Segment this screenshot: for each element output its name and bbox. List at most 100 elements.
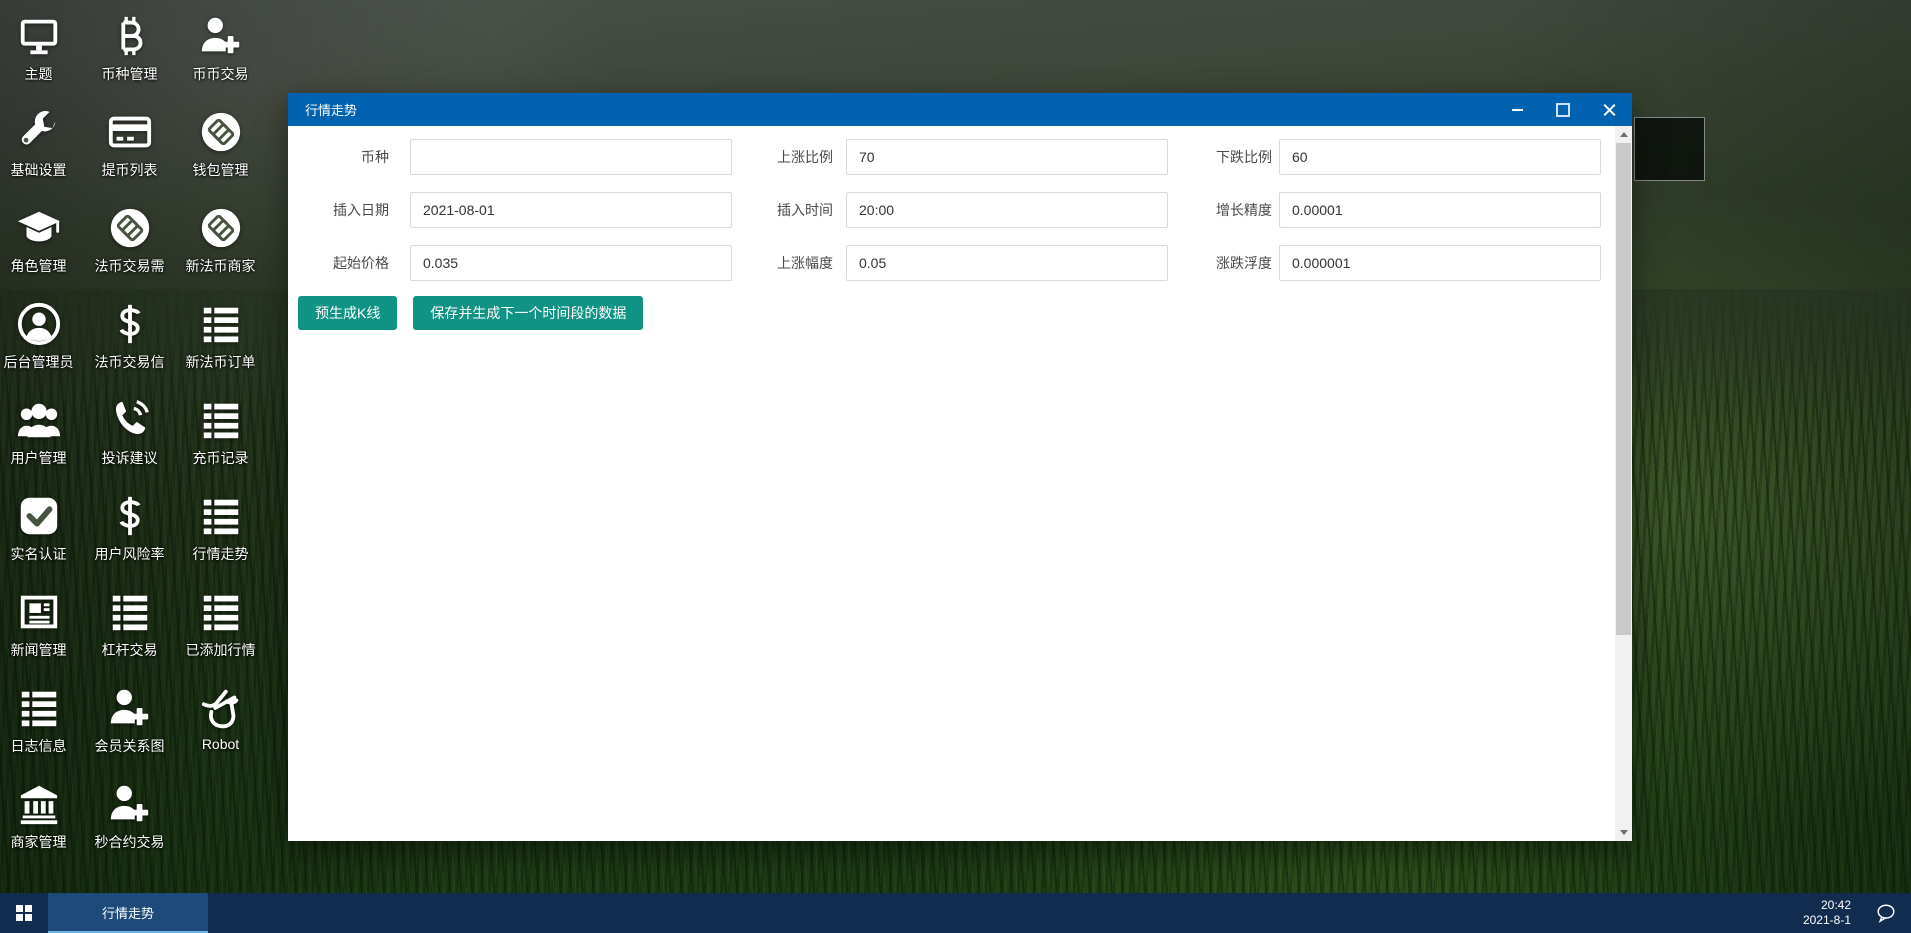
desktop-icon-7[interactable]: 法币交易需 xyxy=(84,202,175,298)
desktop-icon-16[interactable]: 用户风险率 xyxy=(84,490,175,586)
desktop-icon-5[interactable]: 钱包管理 xyxy=(175,106,266,202)
hand-icon xyxy=(198,682,244,734)
windows-logo-icon xyxy=(16,905,32,921)
desktop-icon-label: 充币记录 xyxy=(193,448,249,468)
phone-icon xyxy=(107,394,153,446)
credit-card-icon xyxy=(107,106,153,158)
desktop-icon-label: 已添加行情 xyxy=(186,640,256,660)
desktop-icon-8[interactable]: 新法币商家 xyxy=(175,202,266,298)
clock-date: 2021-8-1 xyxy=(1803,913,1851,928)
desktop-icon-label: 主题 xyxy=(25,64,53,84)
taskbar-right: 20:42 2021-8-1 xyxy=(1803,893,1911,933)
desktop-icon-label: 钱包管理 xyxy=(193,160,249,180)
field-label: 插入时间 xyxy=(734,192,833,228)
desktop-icon-25[interactable]: 秒合约交易 xyxy=(84,778,175,874)
arrow-down-icon xyxy=(1620,830,1628,835)
field-input-5[interactable] xyxy=(1279,192,1601,228)
dollar-icon xyxy=(107,298,153,350)
maximize-icon xyxy=(1556,103,1570,117)
form-field-4: 插入时间 xyxy=(734,192,1168,228)
desktop-icon-1[interactable]: 币种管理 xyxy=(84,10,175,106)
field-label: 上涨幅度 xyxy=(734,245,833,281)
background-window-fragment xyxy=(1634,117,1705,181)
monitor-icon xyxy=(16,10,62,62)
desktop-icon-label: 用户管理 xyxy=(11,448,67,468)
desktop-icon-label: 提币列表 xyxy=(102,160,158,180)
desktop-icon-10[interactable]: 法币交易信 xyxy=(84,298,175,394)
desktop-icon-23[interactable]: Robot xyxy=(175,682,266,778)
desktop-icon-15[interactable]: 实名认证 xyxy=(0,490,84,586)
list-icon xyxy=(16,682,62,734)
field-input-4[interactable] xyxy=(846,192,1168,228)
desktop-icon-3[interactable]: 基础设置 xyxy=(0,106,84,202)
field-input-2[interactable] xyxy=(1279,139,1601,175)
field-label: 插入日期 xyxy=(288,192,389,228)
form-column-1: 币种插入日期起始价格 xyxy=(288,139,732,298)
desktop-icon-11[interactable]: 新法币订单 xyxy=(175,298,266,394)
field-input-7[interactable] xyxy=(846,245,1168,281)
field-label: 涨跌浮度 xyxy=(1170,245,1272,281)
pre-generate-kline-button[interactable]: 预生成K线 xyxy=(298,296,397,330)
bitcoin-icon xyxy=(107,10,153,62)
field-label: 起始价格 xyxy=(288,245,389,281)
gem-circle-icon xyxy=(198,202,244,254)
desktop-icon-2[interactable]: 币币交易 xyxy=(175,10,266,106)
market-trend-window: 行情走势 币种插入日期起始价格 上涨比例插入时间上涨幅度 下跌比例增长精度涨跌浮… xyxy=(288,93,1632,841)
window-content: 币种插入日期起始价格 上涨比例插入时间上涨幅度 下跌比例增长精度涨跌浮度 预生成… xyxy=(288,126,1632,841)
minimize-button[interactable] xyxy=(1494,93,1540,126)
desktop-icon-label: 日志信息 xyxy=(11,736,67,756)
desktop-icon-label: 新法币商家 xyxy=(186,256,256,276)
desktop-icon-label: 实名认证 xyxy=(11,544,67,564)
field-input-0[interactable] xyxy=(410,139,732,175)
field-label: 增长精度 xyxy=(1170,192,1272,228)
taskbar-clock[interactable]: 20:42 2021-8-1 xyxy=(1803,898,1851,928)
desktop-icon-17[interactable]: 行情走势 xyxy=(175,490,266,586)
user-circle-icon xyxy=(16,298,62,350)
desktop-icon-label: 商家管理 xyxy=(11,832,67,852)
scrollbar-thumb[interactable] xyxy=(1616,143,1631,635)
desktop-icon-label: 新法币订单 xyxy=(186,352,256,372)
maximize-button[interactable] xyxy=(1540,93,1586,126)
list-icon xyxy=(198,586,244,638)
desktop-icon-18[interactable]: 新闻管理 xyxy=(0,586,84,682)
form-column-3: 下跌比例增长精度涨跌浮度 xyxy=(1170,139,1601,298)
dollar-icon xyxy=(107,490,153,542)
field-input-3[interactable] xyxy=(410,192,732,228)
desktop-icon-12[interactable]: 用户管理 xyxy=(0,394,84,490)
form-field-8: 涨跌浮度 xyxy=(1170,245,1601,281)
desktop-icon-14[interactable]: 充币记录 xyxy=(175,394,266,490)
window-titlebar[interactable]: 行情走势 xyxy=(288,93,1632,126)
save-generate-next-period-button[interactable]: 保存并生成下一个时间段的数据 xyxy=(413,296,643,330)
users-icon xyxy=(16,394,62,446)
user-plus-icon xyxy=(107,778,153,830)
desktop-icon-4[interactable]: 提币列表 xyxy=(84,106,175,202)
desktop-icon-22[interactable]: 会员关系图 xyxy=(84,682,175,778)
start-button[interactable] xyxy=(0,893,48,933)
desktop-icon-9[interactable]: 后台管理员 xyxy=(0,298,84,394)
scrollbar-up-button[interactable] xyxy=(1615,126,1632,143)
desktop-icon-label: 币种管理 xyxy=(102,64,158,84)
close-button[interactable] xyxy=(1586,93,1632,126)
vertical-scrollbar[interactable] xyxy=(1615,126,1632,841)
desktop-icon-6[interactable]: 角色管理 xyxy=(0,202,84,298)
list-icon xyxy=(198,298,244,350)
desktop-icon-19[interactable]: 杠杆交易 xyxy=(84,586,175,682)
desktop-icon-13[interactable]: 投诉建议 xyxy=(84,394,175,490)
field-input-6[interactable] xyxy=(410,245,732,281)
field-input-8[interactable] xyxy=(1279,245,1601,281)
action-center-button[interactable] xyxy=(1869,893,1903,933)
gem-circle-icon xyxy=(107,202,153,254)
desktop-icon-label: 会员关系图 xyxy=(95,736,165,756)
taskbar-item-market-trend[interactable]: 行情走势 xyxy=(48,893,208,933)
minimize-icon xyxy=(1512,109,1523,111)
desktop-icon-label: 法币交易需 xyxy=(95,256,165,276)
field-input-1[interactable] xyxy=(846,139,1168,175)
desktop-icon-label: 杠杆交易 xyxy=(102,640,158,660)
desktop-icon-21[interactable]: 日志信息 xyxy=(0,682,84,778)
desktop-icon-grid: 主题 币种管理币币交易基础设置提币列表 钱包管理角色管理法币交易需 新法币商家后台管理… xyxy=(0,10,266,874)
desktop-icon-20[interactable]: 已添加行情 xyxy=(175,586,266,682)
desktop-icon-label: 秒合约交易 xyxy=(95,832,165,852)
desktop-icon-24[interactable]: 商家管理 xyxy=(0,778,84,874)
scrollbar-down-button[interactable] xyxy=(1615,824,1632,841)
desktop-icon-0[interactable]: 主题 xyxy=(0,10,84,106)
